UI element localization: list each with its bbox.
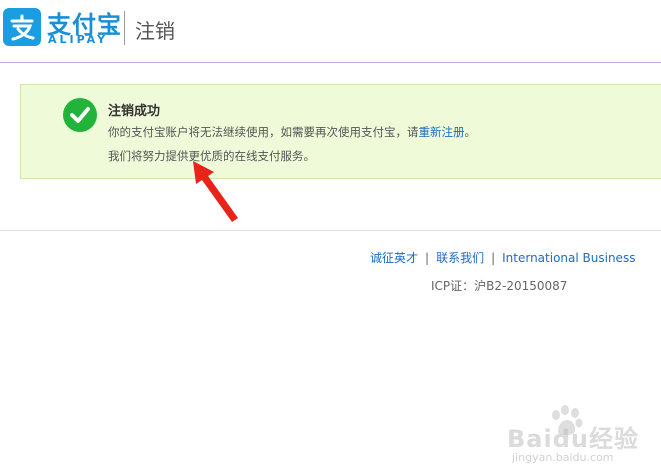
notice-message-text: 你的支付宝账户将无法继续使用，如需要再次使用支付宝，请: [108, 125, 419, 139]
header-separator: [0, 62, 661, 63]
notice-message-end: 。: [464, 125, 477, 139]
icp-license: ICP证：沪B2-20150087: [431, 279, 568, 293]
success-check-icon: [63, 98, 97, 132]
footer-link-careers[interactable]: 诚征英才: [370, 251, 418, 265]
footer-separator-2: |: [491, 251, 496, 265]
logo-text-en: ALIPAY: [48, 33, 109, 46]
header: 支付宝 ALIPAY 注销: [0, 0, 661, 62]
notice-message: 你的支付宝账户将无法继续使用，如需要再次使用支付宝，请重新注册。: [108, 124, 476, 140]
footer-links: 诚征英才 | 联系我们 | International Business: [370, 249, 635, 266]
footer-link-contact[interactable]: 联系我们: [436, 251, 484, 265]
baidu-paw-icon: [552, 405, 583, 436]
footer-separator: [0, 230, 661, 231]
page-title: 注销: [135, 19, 175, 43]
notice-title: 注销成功: [108, 104, 161, 119]
annotation-arrow-icon: [193, 161, 238, 222]
footer-separator-1: |: [425, 251, 430, 265]
baidu-watermark-domain: jingyan.baidu.com: [512, 451, 614, 464]
footer-link-international[interactable]: International Business: [502, 251, 635, 265]
header-divider: [124, 11, 125, 45]
re-register-link[interactable]: 重新注册: [419, 125, 465, 139]
alipay-logo-icon[interactable]: [3, 8, 41, 46]
